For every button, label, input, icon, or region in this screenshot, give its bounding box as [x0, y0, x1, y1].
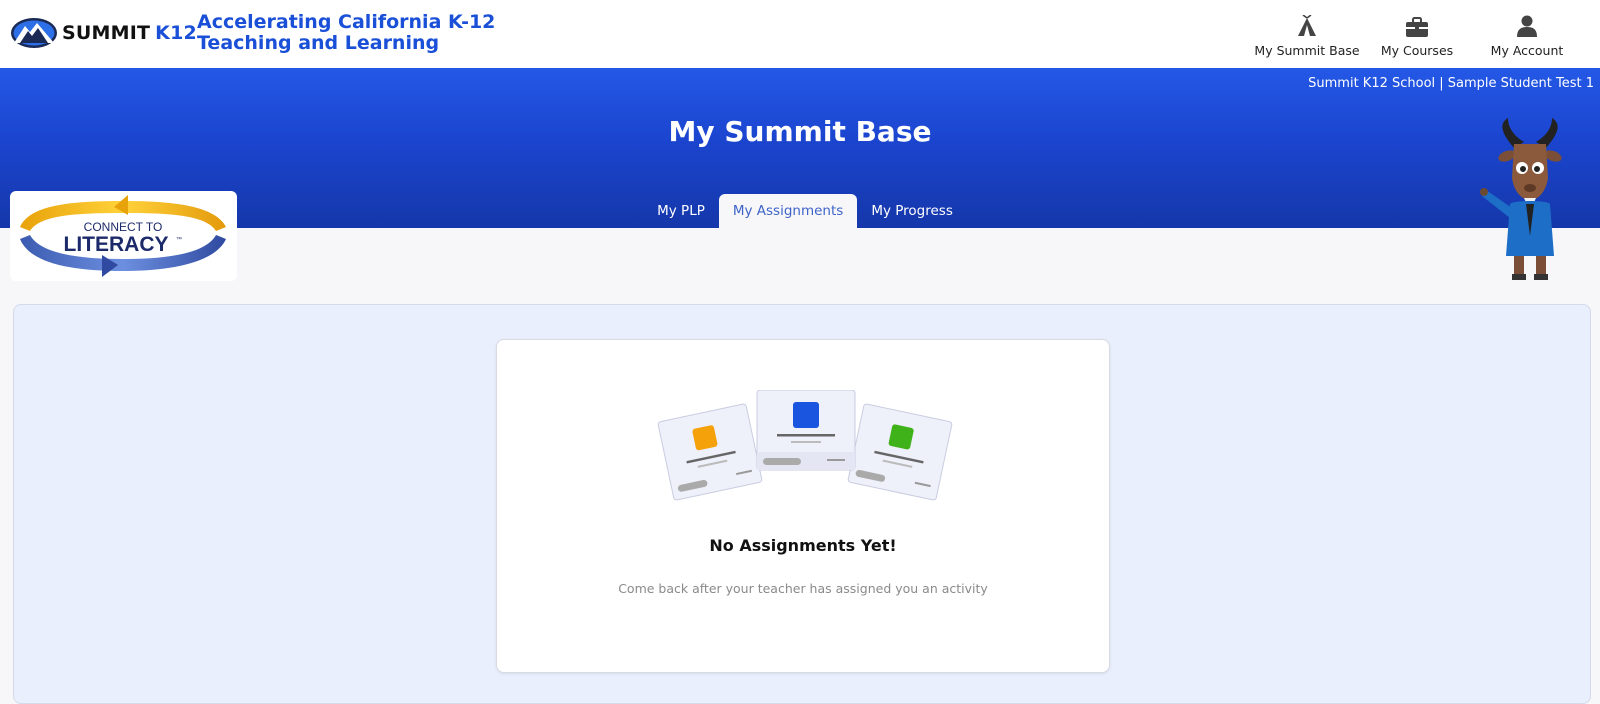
empty-state-card: No Assignments Yet! Come back after your… — [496, 339, 1110, 673]
mountain-logo-icon — [10, 17, 58, 49]
brand-name: SUMMIT K12 — [62, 22, 197, 44]
goat-mascot-icon — [1480, 116, 1576, 286]
connect-to-literacy-logo: CONNECT TO LITERACY ™ — [10, 191, 237, 281]
empty-assignments-illustration — [655, 389, 955, 514]
empty-state-subtitle: Come back after your teacher has assigne… — [618, 581, 988, 596]
header-banner: Summit K12 School | Sample Student Test … — [0, 68, 1600, 228]
brand-logo-link[interactable]: SUMMIT K12 — [10, 17, 197, 49]
svg-text:CONNECT TO: CONNECT TO — [84, 220, 163, 234]
site-tagline: Accelerating California K-12 Teaching an… — [197, 11, 496, 54]
nav-my-account[interactable]: My Account — [1472, 11, 1582, 58]
section-tabs: My PLP My Assignments My Progress — [0, 194, 1600, 228]
page-title: My Summit Base — [668, 115, 932, 148]
svg-text:™: ™ — [176, 236, 182, 243]
tent-icon — [1297, 11, 1317, 37]
tab-my-plp[interactable]: My PLP — [643, 194, 719, 228]
school-student-info: Summit K12 School | Sample Student Test … — [1308, 76, 1594, 91]
top-nav: My Summit Base My Courses My Account — [1252, 11, 1582, 58]
nav-my-summit-base[interactable]: My Summit Base — [1252, 11, 1362, 58]
tab-my-progress[interactable]: My Progress — [857, 194, 967, 228]
tab-my-assignments[interactable]: My Assignments — [718, 194, 858, 228]
top-bar: SUMMIT K12 Accelerating California K-12 T… — [0, 0, 1600, 68]
briefcase-icon — [1406, 11, 1428, 37]
nav-my-courses[interactable]: My Courses — [1362, 11, 1472, 58]
svg-text:LITERACY: LITERACY — [64, 233, 169, 256]
empty-state-title: No Assignments Yet! — [709, 536, 897, 555]
user-icon — [1517, 11, 1537, 37]
